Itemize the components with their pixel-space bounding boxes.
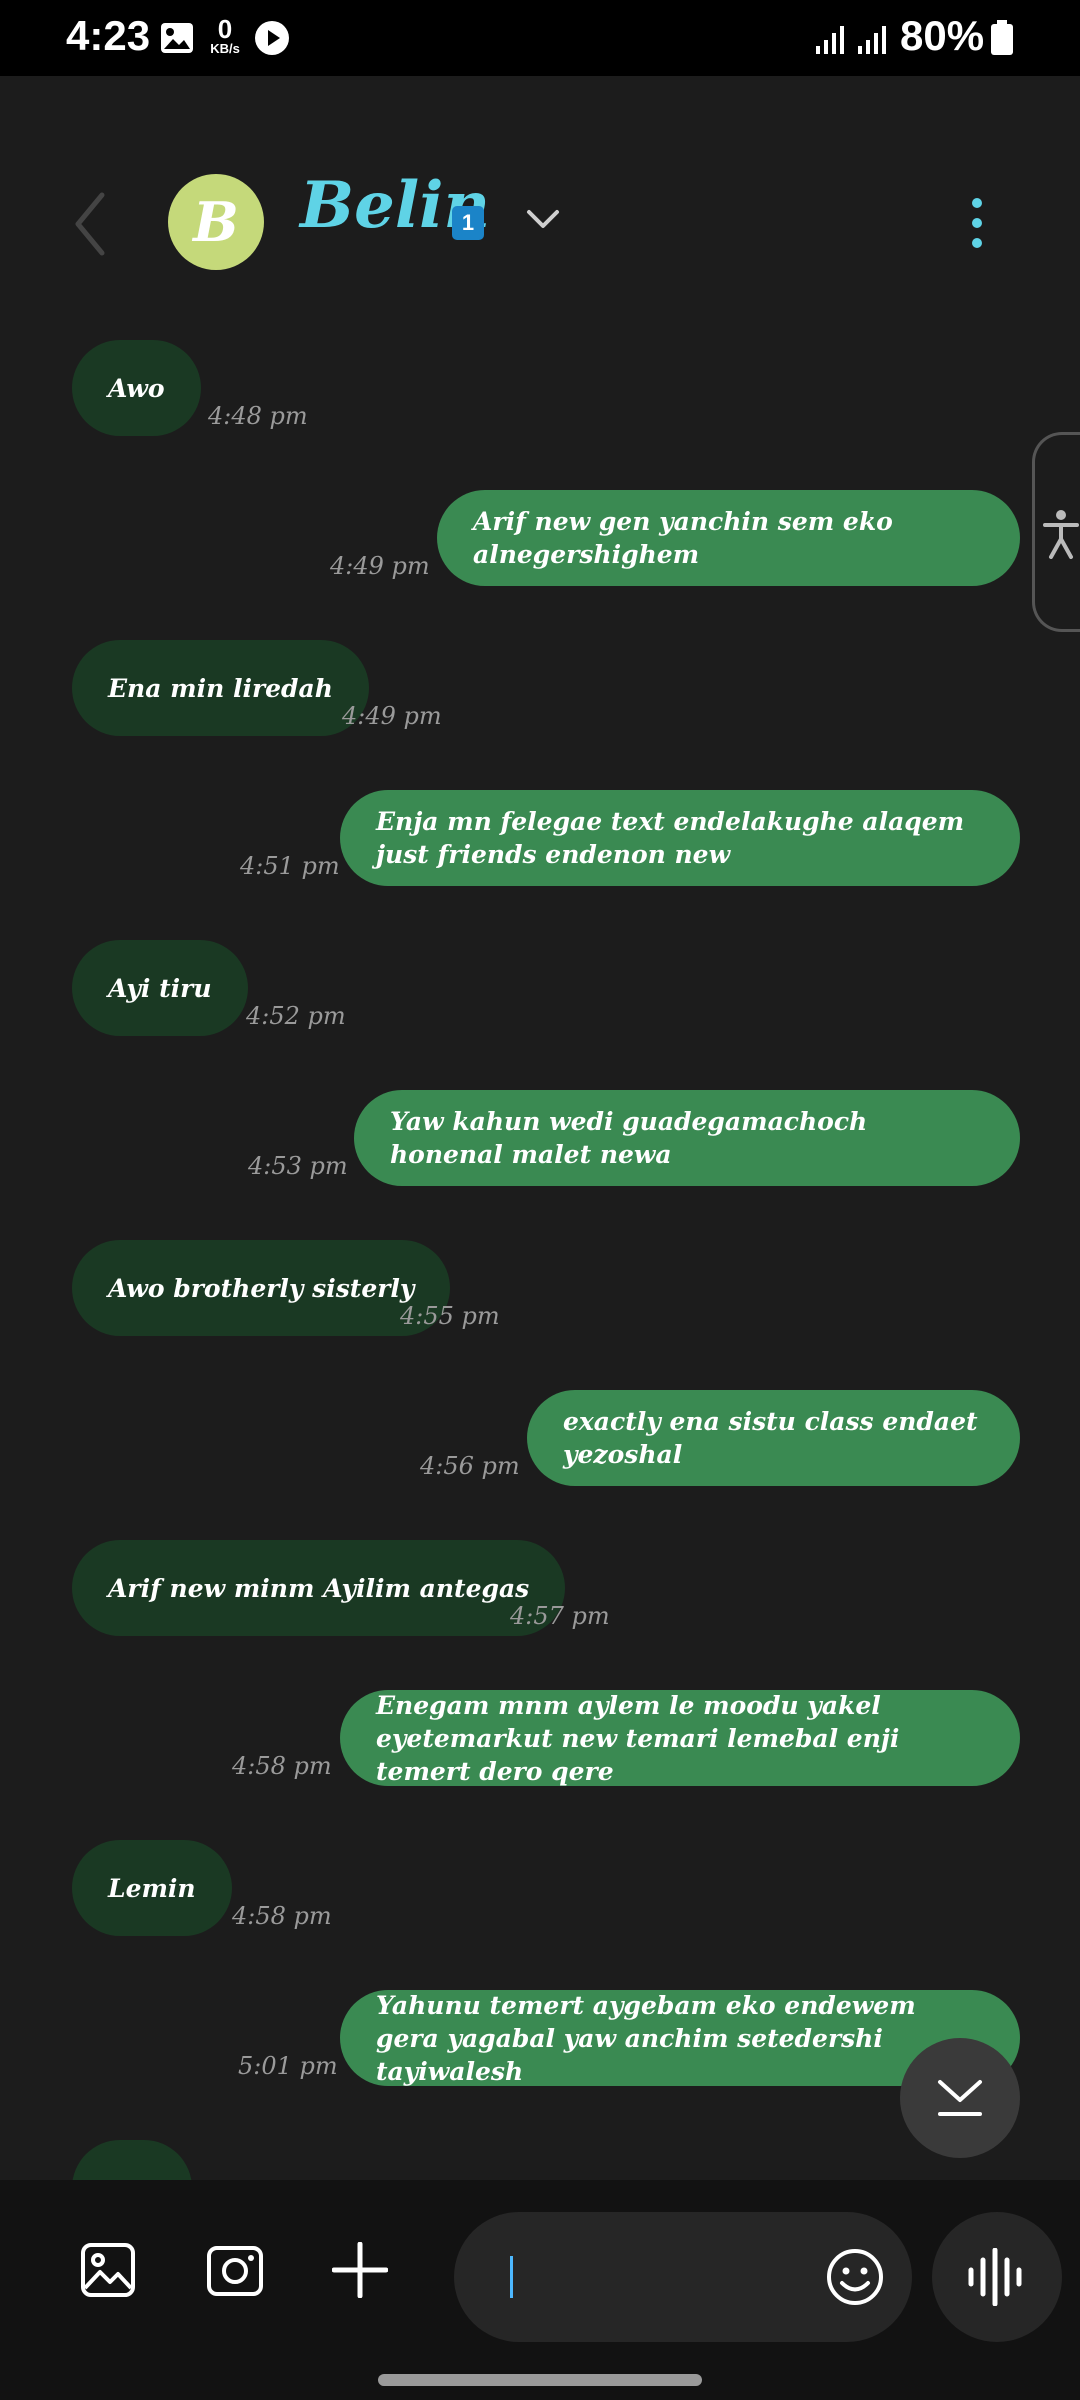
scroll-down-button[interactable] [900,2038,1020,2158]
voice-record-button[interactable] [932,2212,1062,2342]
incoming-message[interactable]: Awo brotherly sisterly [72,1240,451,1336]
sim-badge: 1 [452,206,484,240]
accessibility-tab[interactable] [1032,432,1080,632]
emoji-icon[interactable] [826,2248,884,2310]
scroll-down-icon [938,2080,982,2116]
outgoing-message[interactable]: Enegam mnm aylem le moodu yakel eyetemar… [340,1690,1020,1786]
signal-icon-1 [814,24,848,58]
voice-wave-icon [968,2248,1022,2306]
message-time: 4:49 pm [342,702,442,730]
gallery-icon[interactable] [80,2242,136,2302]
message-time: 4:55 pm [400,1302,500,1330]
chevron-down-icon[interactable] [526,208,560,236]
plus-icon[interactable] [331,2241,389,2302]
message-time: 4:49 pm [330,552,430,580]
message-list[interactable]: Awo 4:48 pm Arif new gen yanchin sem eko… [0,326,1080,2180]
more-options-icon[interactable] [962,198,992,252]
message-time: 4:51 pm [240,852,340,880]
text-cursor [510,2256,513,2298]
network-speed: 0 KB/s [210,14,240,56]
outgoing-message[interactable]: Enja mn felegae text endelakughe alaqem … [340,790,1020,886]
gesture-navigation-bar[interactable] [378,2374,702,2386]
status-bar: 4:23 0 KB/s 80% [0,0,1080,76]
message-time: 4:57 pm [510,1602,610,1630]
accessibility-icon [1043,510,1079,559]
message-time: 4:58 pm [232,1902,332,1930]
incoming-message[interactable]: Ayi tiru [72,940,248,1036]
play-notification-icon [254,20,290,60]
incoming-message-partial[interactable] [72,2140,192,2180]
incoming-message[interactable]: Lemin [72,1840,232,1936]
back-arrow-icon[interactable] [70,189,110,263]
outgoing-message[interactable]: exactly ena sistu class endaet yezoshal [527,1390,1020,1486]
avatar[interactable]: B [168,174,264,270]
incoming-message[interactable]: Ena min liredah [72,640,369,736]
conversation-header: B Belin 1 [0,76,1080,326]
image-notification-icon [160,22,194,58]
message-time: 4:52 pm [246,1002,346,1030]
signal-icon-2 [856,24,890,58]
outgoing-message[interactable]: Arif new gen yanchin sem eko alnegershig… [437,490,1020,586]
status-time: 4:23 [66,12,151,59]
message-time: 4:56 pm [420,1452,520,1480]
message-time: 4:48 pm [208,402,308,430]
message-time: 4:53 pm [248,1152,348,1180]
composer-bar [0,2180,1080,2400]
battery-icon [990,20,1014,60]
message-time: 4:58 pm [232,1752,332,1780]
incoming-message[interactable]: Arif new minm Ayilim antegas [72,1540,566,1636]
camera-icon[interactable] [206,2242,264,2302]
battery-percent: 80% [900,12,985,59]
incoming-message[interactable]: Awo [72,340,201,436]
outgoing-message[interactable]: Yaw kahun wedi guadegamachoch honenal ma… [354,1090,1020,1186]
message-time: 5:01 pm [238,2052,338,2080]
